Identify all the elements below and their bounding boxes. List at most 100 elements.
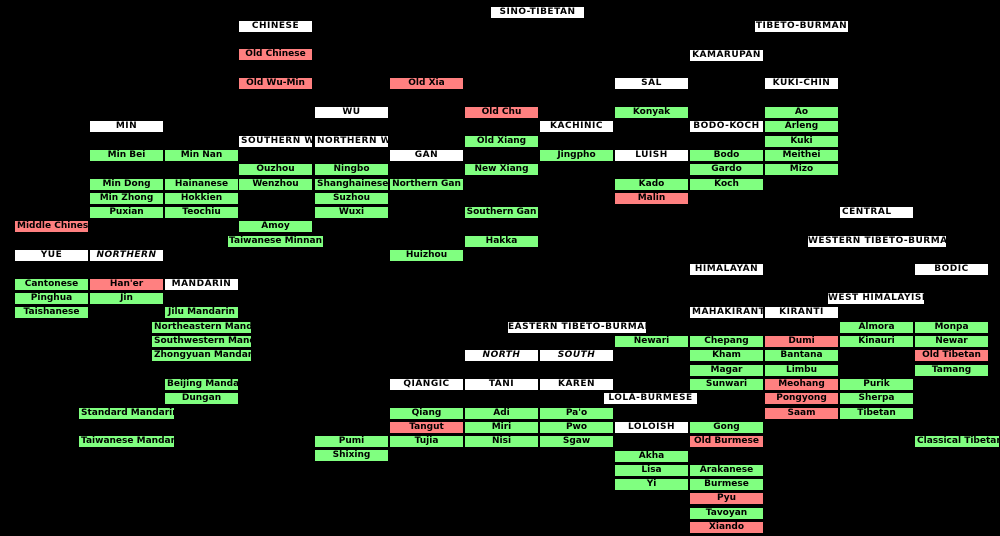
- node-miri-label: Miri: [491, 422, 512, 432]
- node-purik-label: Purik: [863, 379, 890, 389]
- node-ningbo: Ningbo: [314, 163, 389, 176]
- node-amoy-label: Amoy: [261, 221, 290, 231]
- node-old-xiang-label: Old Xiang: [476, 136, 527, 146]
- node-west-himalayish: WEST HIMALAYISH: [827, 292, 930, 305]
- node-lola-burmese: LOLA-BURMESE: [603, 392, 698, 405]
- node-standard-mandarin: Standard Mandarin: [78, 407, 175, 420]
- node-classical-tibetan-label: Classical Tibetan: [917, 436, 1000, 446]
- node-koch-label: Koch: [714, 179, 739, 189]
- node-jin-label: Jin: [120, 293, 133, 303]
- node-kiranti-label: KIRANTI: [779, 307, 824, 317]
- node-southern-gan-label: Southern Gan: [466, 207, 537, 217]
- node-wenzhou-label: Wenzhou: [252, 179, 299, 189]
- node-min-dong: Min Dong: [89, 178, 164, 191]
- node-loloish: LOLOISH: [614, 421, 689, 434]
- node-magar-label: Magar: [710, 365, 743, 375]
- node-haner-label: Han'er: [109, 279, 144, 289]
- node-loloish-label: LOLOISH: [628, 422, 675, 432]
- node-gan-label: GAN: [414, 150, 439, 160]
- node-tujia-label: Tujia: [414, 436, 439, 446]
- node-middle-chinese-label: Middle Chinese: [17, 221, 89, 231]
- node-newari: Newari: [614, 335, 689, 348]
- node-pumi-label: Pumi: [338, 436, 365, 446]
- node-kuki-label: Kuki: [790, 136, 813, 146]
- node-northern-gan: Northern Gan: [389, 178, 464, 191]
- node-old-tibetan: Old Tibetan: [914, 349, 989, 362]
- node-kiranti: KIRANTI: [764, 306, 839, 319]
- node-middle-chinese: Middle Chinese: [14, 220, 89, 233]
- node-tibeto-burman: TIBETO-BURMAN: [754, 20, 849, 33]
- node-mandarin-label: MANDARIN: [171, 279, 232, 289]
- node-qiangic: QIANGIC: [389, 378, 464, 391]
- node-sunwari-label: Sunwari: [705, 379, 748, 389]
- node-sal: SAL: [614, 77, 689, 90]
- node-taiwanese-minnan: Taiwanese Minnan: [227, 235, 324, 248]
- node-taishanese: Taishanese: [14, 306, 89, 319]
- node-jingpho: Jingpho: [539, 149, 614, 162]
- node-magar: Magar: [689, 364, 764, 377]
- node-south-label: SOUTH: [557, 350, 596, 360]
- node-haner: Han'er: [89, 278, 164, 291]
- node-malin-label: Malin: [637, 193, 666, 203]
- node-chepang: Chepang: [689, 335, 764, 348]
- node-karen-label: KAREN: [557, 379, 596, 389]
- node-tujia: Tujia: [389, 435, 464, 448]
- node-almora-label: Almora: [858, 322, 895, 332]
- node-malin: Malin: [614, 192, 689, 205]
- node-classical-tibetan: Classical Tibetan: [914, 435, 1000, 448]
- node-yue-label: YUE: [40, 250, 63, 260]
- node-huizhou-label: Huizhou: [405, 250, 448, 260]
- node-beijing-mandarin: Beijing Mandarin: [164, 378, 239, 391]
- node-old-burmese-label: Old Burmese: [694, 436, 759, 446]
- node-suzhou: Suzhou: [314, 192, 389, 205]
- node-central: CENTRAL: [839, 206, 914, 219]
- node-tamang-label: Tamang: [931, 365, 972, 375]
- node-southern-wu-label: SOUTHERN WU: [241, 136, 312, 146]
- node-bodo: Bodo: [689, 149, 764, 162]
- node-sal-label: SAL: [641, 78, 662, 88]
- node-lola-burmese-label: LOLA-BURMESE: [608, 393, 693, 403]
- node-shixing: Shixing: [314, 449, 389, 462]
- node-arleng: Arleng: [764, 120, 839, 133]
- node-pongyong: Pongyong: [764, 392, 839, 405]
- node-nisi: Nisi: [464, 435, 539, 448]
- node-west-himalayish-label: WEST HIMALAYISH: [828, 293, 930, 303]
- node-north-label: NORTH: [482, 350, 521, 360]
- node-pongyong-label: Pongyong: [776, 393, 827, 403]
- node-southwestern-mandarin-label: Southwestern Mandarin: [154, 336, 251, 346]
- node-xiando: Xiando: [689, 521, 764, 534]
- node-min-zhong-label: Min Zhong: [99, 193, 154, 203]
- node-northern-gan-label: Northern Gan: [392, 179, 461, 189]
- node-zhongyuan-mandarin-label: Zhongyuan Mandarin: [154, 350, 252, 360]
- node-qiang-label: Qiang: [411, 408, 442, 418]
- node-old-tibetan-label: Old Tibetan: [922, 350, 981, 360]
- node-meithei-label: Meithei: [782, 150, 821, 160]
- node-yue: YUE: [14, 249, 89, 262]
- node-sgaw-label: Sgaw: [562, 436, 591, 446]
- node-kinauri: Kinauri: [839, 335, 914, 348]
- node-south: SOUTH: [539, 349, 614, 362]
- node-central-label: CENTRAL: [842, 207, 892, 217]
- node-meohang-label: Meohang: [778, 379, 825, 389]
- node-chinese-label: CHINESE: [251, 21, 300, 31]
- node-old-wu-min: Old Wu-Min: [238, 77, 313, 90]
- node-jingpho-label: Jingpho: [557, 150, 596, 160]
- node-kachinic-label: KACHINIC: [550, 121, 603, 131]
- node-standard-mandarin-label: Standard Mandarin: [81, 408, 175, 418]
- node-sino-tibetan: SINO-TIBETAN: [490, 6, 585, 19]
- node-southwestern-mandarin: Southwestern Mandarin: [151, 335, 252, 348]
- node-bodic-label: BODIC: [934, 264, 969, 274]
- node-min: MIN: [89, 120, 164, 133]
- node-pwo-label: Pwo: [565, 422, 588, 432]
- node-yi-label: Yi: [646, 479, 657, 489]
- node-konyak-label: Konyak: [632, 107, 671, 117]
- node-hokkien-label: Hokkien: [180, 193, 223, 203]
- node-wenzhou: Wenzhou: [238, 178, 313, 191]
- node-akha-label: Akha: [638, 451, 665, 461]
- node-luish: LUISH: [614, 149, 689, 162]
- node-shanghainese: Shanghainese: [314, 178, 389, 191]
- node-kado-label: Kado: [638, 179, 665, 189]
- node-kuki-chin-label: KUKI-CHIN: [772, 78, 831, 88]
- node-gong: Gong: [689, 421, 764, 434]
- language-tree-canvas: SINO-TIBETAN CHINESE TIBETO-BURMAN KAMARUPA…: [0, 0, 1000, 536]
